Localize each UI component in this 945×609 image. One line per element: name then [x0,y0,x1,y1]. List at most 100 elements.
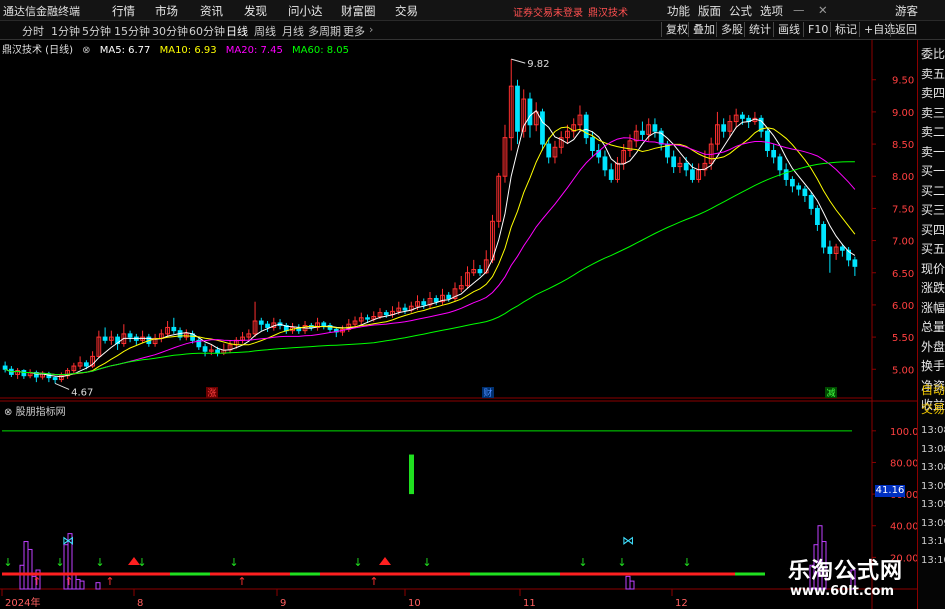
candle [465,266,470,289]
indicator-toggle-icon[interactable]: ⊗ [4,407,12,418]
menu-jiaoyi[interactable]: 交易 [395,3,418,19]
side-label-17[interactable]: 换手 [921,359,945,373]
butterfly-icon: ⋈ [62,534,74,548]
period-15min[interactable]: 15分钟 [114,23,150,39]
fuquan-button[interactable]: 复权 [661,22,688,37]
trade-time-1: 13:08 [921,425,945,436]
green-down-arrow-icon: ↓ [229,556,238,569]
back-button[interactable]: 返回 [890,22,917,37]
side-label-12[interactable]: 现价 [921,262,945,276]
candle [15,367,20,379]
candle [790,176,795,193]
side-label-11[interactable]: 买五 [921,242,945,256]
menu-zixun[interactable]: 资讯 [200,3,223,19]
period-fenshi[interactable]: 分时 [22,23,44,39]
candle [40,371,45,380]
price-tick-label: 9.00 [892,108,914,119]
period-more[interactable]: 更多 [343,23,365,39]
period-5min[interactable]: 5分钟 [82,23,111,39]
candle-body [583,114,589,139]
side-label-16[interactable]: 外盘 [921,340,945,354]
period-monthly[interactable]: 月线 [282,23,304,39]
draw-line-button[interactable]: 画线 [773,22,800,37]
side-label-1[interactable]: 委比 [921,47,945,61]
mark-button[interactable]: 标记 [830,22,857,37]
overlay-button[interactable]: 叠加 [688,22,715,37]
candle [558,131,564,154]
purple-histogram-bar [23,541,29,590]
period-1min[interactable]: 1分钟 [51,23,80,39]
candle-body [258,320,264,325]
menu-gongshi[interactable]: 公式 [729,3,752,19]
menu-gongneng[interactable]: 功能 [667,3,690,19]
price-tick-label: 6.50 [892,269,914,280]
candle [202,343,208,357]
side-label-2[interactable]: 卖五 [921,67,945,81]
candle-body [127,333,133,338]
candle [577,105,583,132]
side-label-21[interactable]: 交易 [921,402,945,416]
candle [652,118,658,138]
side-label-7[interactable]: 买一 [921,164,945,178]
multi-stock-button[interactable]: 多股 [716,22,743,37]
side-label-5[interactable]: 卖二 [921,125,945,139]
candle-body [52,377,58,381]
candle-body [790,178,795,187]
period-daily[interactable]: 日线 [226,23,248,39]
candle [58,372,64,383]
more-chevron-icon[interactable]: › [369,23,373,36]
menu-faxian[interactable]: 发现 [244,3,267,19]
menu-caifuquan[interactable]: 财富圈 [341,3,376,19]
side-label-6[interactable]: 卖一 [921,145,945,159]
side-label-15[interactable]: 总量 [921,320,945,334]
candle [152,333,158,347]
side-label-10[interactable]: 买四 [921,223,945,237]
candle-body [365,317,370,320]
watermark: 乐淘公式网 www.60lt.com [778,553,926,603]
candle-body [840,246,845,251]
indicator-tick-label: 100.0 [890,427,917,438]
low-pointer [54,382,70,390]
side-label-20[interactable]: 自动 [921,383,945,397]
menu-hangqing[interactable]: 行情 [112,3,135,19]
menu-shichang[interactable]: 市场 [155,3,178,19]
trade-time-4: 13:09 [921,480,945,492]
indicator-name: 股朋指标网 [15,407,66,418]
candle [815,205,820,231]
user-guest[interactable]: 游客 [895,3,918,19]
event-tag-3: 减 [826,387,835,399]
side-label-8[interactable]: 买二 [921,184,945,198]
menu-xuanxiang[interactable]: 选项 [760,3,783,19]
close-icon[interactable]: ✕ [818,3,828,17]
period-30min[interactable]: 30分钟 [152,23,188,39]
candle [471,259,477,276]
candle [252,301,258,338]
side-label-13[interactable]: 涨跌 [921,281,945,295]
candle [427,292,433,309]
side-label-4[interactable]: 卖三 [921,106,945,120]
candle [346,319,352,332]
side-label-3[interactable]: 卖四 [921,86,945,100]
candle [671,150,677,174]
candle-body [383,312,389,316]
legend-toggle-icon[interactable]: ⊗ [82,45,90,56]
side-label-14[interactable]: 涨幅 [921,301,945,315]
period-60min[interactable]: 60分钟 [189,23,225,39]
chart-area[interactable]: 9.50 9.00 8.50 8.00 7.50 7.00 6.50 6.00 5.50 5.00… [0,40,917,609]
ma20-label: MA20: 7.45 [225,45,283,56]
period-weekly[interactable]: 周线 [254,23,276,39]
candle-body [796,185,802,190]
minimize-icon[interactable]: — [793,3,805,17]
ma60-line [4,161,855,376]
candle [477,265,483,276]
statistics-button[interactable]: 统计 [744,22,771,37]
brokerage-login-notice[interactable]: 证券交易未登录 [513,4,583,19]
side-label-9[interactable]: 买三 [921,203,945,217]
candle [596,144,602,164]
period-multi[interactable]: 多周期 [308,23,341,39]
menu-wenxiaoda[interactable]: 问小达 [288,3,323,19]
menu-banmian[interactable]: 版面 [698,3,721,19]
f10-button[interactable]: F10 [803,22,828,37]
indicator-tick-label: 80.00 [890,458,917,469]
candle [240,331,245,344]
